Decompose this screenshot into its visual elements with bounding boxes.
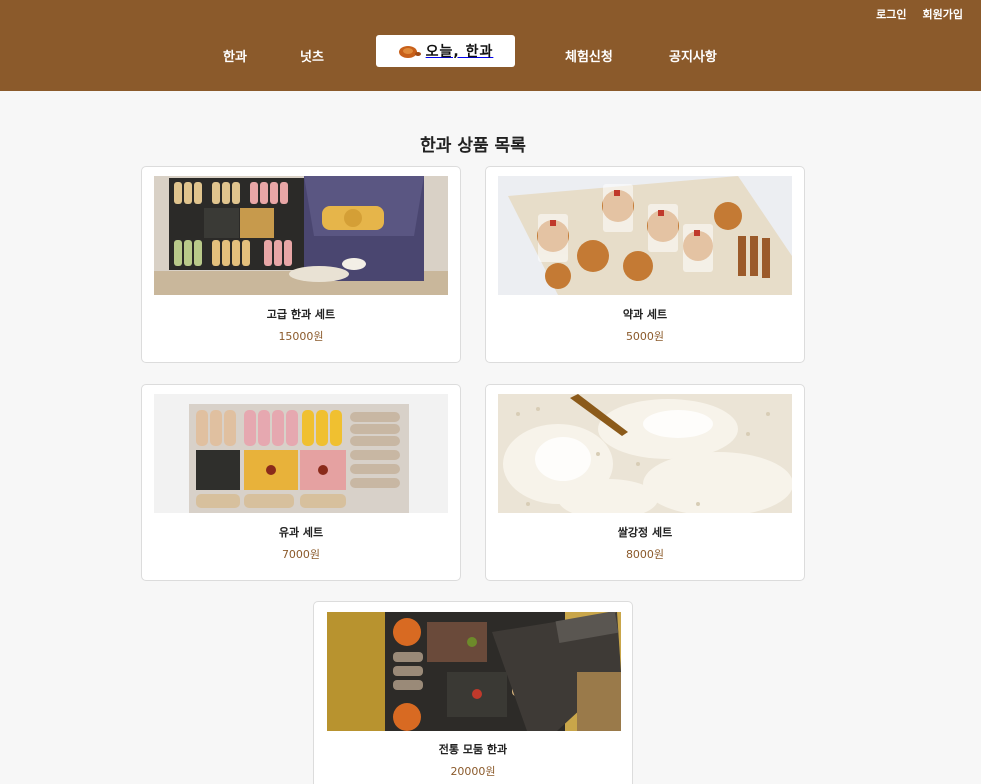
product-price: 5000원 bbox=[625, 330, 665, 343]
product-price: 15000원 bbox=[278, 330, 324, 343]
page-title: 한과 상품 목록 bbox=[420, 136, 526, 156]
signup-link[interactable]: 회원가입 bbox=[923, 6, 963, 22]
product-price: 20000원 bbox=[450, 765, 496, 778]
nav-item-nuts[interactable]: 넛츠 bbox=[300, 46, 324, 65]
yakgwa-logo-icon bbox=[398, 46, 421, 58]
product-card-premium-hangwa-set[interactable]: 고급 한과 세트 15000원 bbox=[141, 166, 461, 363]
auth-links: 로그인 회원가입 bbox=[876, 6, 963, 22]
product-card-traditional-assorted-hangwa[interactable]: 전통 모둠 한과 20000원 bbox=[313, 601, 633, 784]
site-header: 로그인 회원가입 한과 넛츠 오늘, 한과 체험신청 공지사항 bbox=[0, 0, 981, 91]
product-image bbox=[154, 394, 448, 513]
product-name: 유과 세트 bbox=[278, 526, 324, 539]
product-name: 전통 모둠 한과 bbox=[438, 743, 508, 756]
product-name: 약과 세트 bbox=[622, 308, 668, 321]
product-image bbox=[327, 612, 621, 731]
product-price: 8000원 bbox=[625, 548, 665, 561]
nav-item-experience[interactable]: 체험신청 bbox=[565, 46, 613, 65]
login-link[interactable]: 로그인 bbox=[876, 6, 906, 22]
product-price: 7000원 bbox=[281, 548, 321, 561]
product-image bbox=[498, 176, 792, 295]
product-name: 고급 한과 세트 bbox=[266, 308, 336, 321]
logo-text: 오늘, 한과 bbox=[425, 44, 494, 60]
product-card-yugwa-set[interactable]: 유과 세트 7000원 bbox=[141, 384, 461, 581]
product-image bbox=[154, 176, 448, 295]
product-card-rice-gangjeong-set[interactable]: 쌀강정 세트 8000원 bbox=[485, 384, 805, 581]
product-name: 쌀강정 세트 bbox=[617, 526, 673, 539]
product-card-yakgwa-set[interactable]: 약과 세트 5000원 bbox=[485, 166, 805, 363]
nav-item-hangwa[interactable]: 한과 bbox=[223, 46, 247, 65]
nav-item-notice[interactable]: 공지사항 bbox=[669, 46, 717, 65]
logo-home-link[interactable]: 오늘, 한과 bbox=[376, 35, 515, 67]
product-image bbox=[498, 394, 792, 513]
